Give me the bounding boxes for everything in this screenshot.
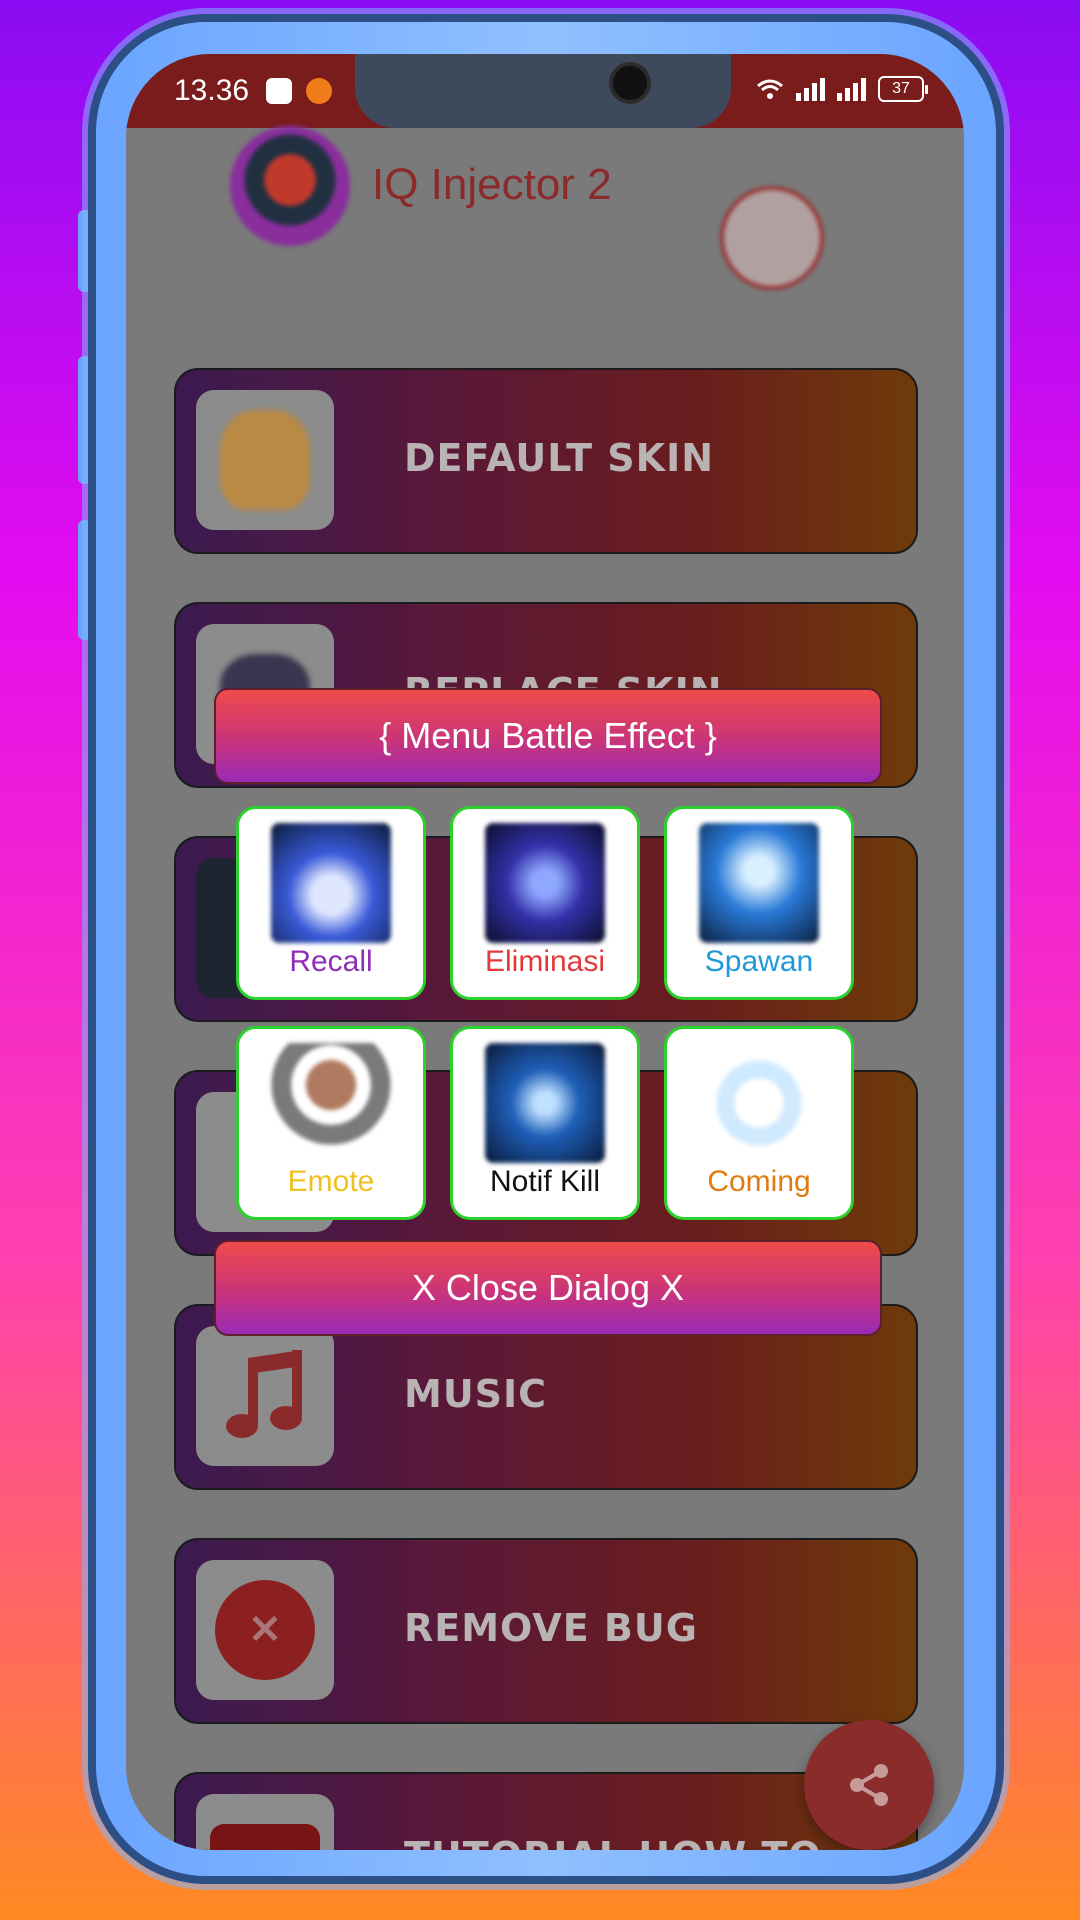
music-note-icon: [226, 1350, 302, 1438]
wifi-icon: [757, 79, 783, 99]
emote-image: [271, 1043, 391, 1163]
tile-label: Coming: [707, 1165, 811, 1198]
menu-item-label: DEFAULT SKIN: [404, 436, 715, 480]
remove-bug-thumbnail: ✕: [196, 1560, 334, 1700]
signal-icon-2: [837, 77, 866, 101]
menu-item-remove-bug[interactable]: ✕ REMOVE BUG: [174, 1538, 918, 1724]
tile-emote[interactable]: Emote: [236, 1026, 426, 1220]
battery-icon: 37: [878, 76, 928, 102]
default-skin-thumbnail: [196, 390, 334, 530]
remove-icon: ✕: [215, 1580, 315, 1680]
front-camera-icon: [613, 66, 647, 100]
tile-coming[interactable]: Coming: [664, 1026, 854, 1220]
camera-notch: [355, 54, 731, 128]
tutorial-thumbnail: [196, 1794, 334, 1850]
tile-recall[interactable]: Recall: [236, 806, 426, 1000]
signal-icon: [796, 77, 825, 101]
status-time: 13.36: [174, 74, 250, 107]
header-badge-icon[interactable]: [720, 186, 824, 290]
status-bar: 13.36 37: [126, 54, 964, 128]
spawan-image: [699, 823, 819, 943]
tile-label: Eliminasi: [484, 945, 606, 978]
app-logo: [230, 126, 350, 246]
youtube-icon: [210, 1824, 320, 1850]
eliminasi-image: [485, 823, 605, 943]
share-icon: [850, 1764, 888, 1806]
recall-image: [271, 823, 391, 943]
app-title: IQ Injector 2: [372, 160, 612, 209]
share-button[interactable]: [804, 1720, 934, 1850]
tile-notif-kill[interactable]: Notif Kill: [450, 1026, 640, 1220]
status-icons: 37: [756, 76, 928, 102]
tile-label: Recall: [289, 945, 373, 978]
tile-label: Spawan: [704, 945, 814, 978]
tiktok-icon: [266, 78, 292, 104]
close-dialog-button[interactable]: X Close Dialog X: [214, 1240, 882, 1336]
notif-kill-image: [485, 1043, 605, 1163]
dialog-title: { Menu Battle Effect }: [214, 688, 882, 784]
menu-item-label: MUSIC: [404, 1372, 548, 1416]
loading-spinner-icon: [699, 1043, 819, 1163]
tile-label: Notif Kill: [489, 1165, 601, 1198]
tile-eliminasi[interactable]: Eliminasi: [450, 806, 640, 1000]
menu-item-label: REMOVE BUG: [404, 1606, 698, 1650]
tile-spawan[interactable]: Spawan: [664, 806, 854, 1000]
shopee-icon: [306, 78, 332, 104]
tile-label: Emote: [287, 1165, 375, 1198]
music-thumbnail: [196, 1326, 334, 1466]
menu-item-default-skin[interactable]: DEFAULT SKIN: [174, 368, 918, 554]
